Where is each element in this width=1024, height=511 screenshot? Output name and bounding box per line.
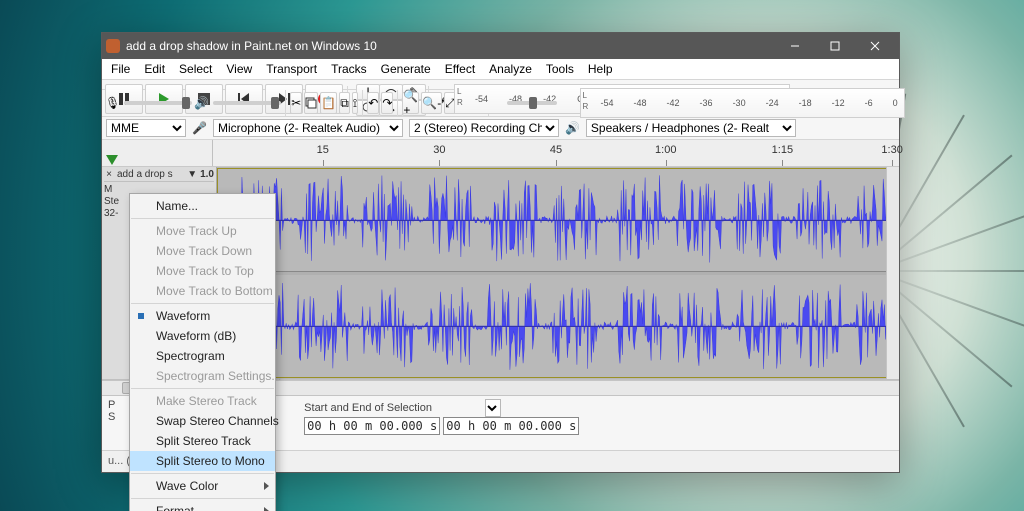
menubar: File Edit Select View Transport Tracks G…: [102, 59, 899, 80]
toolbar-separator: [362, 90, 363, 116]
zoom-in-button[interactable]: 🔍+: [402, 92, 419, 114]
menu-edit[interactable]: Edit: [137, 60, 172, 78]
copy-button[interactable]: [304, 92, 318, 114]
menu-file[interactable]: File: [104, 60, 137, 78]
menu-item-move-track-up: Move Track Up: [130, 221, 275, 241]
audio-host-select[interactable]: MME: [106, 119, 186, 137]
menu-item-name[interactable]: Name...: [130, 196, 275, 216]
playback-volume-slider[interactable]: 🔊: [194, 96, 281, 110]
menu-item-split-stereo-to-mono[interactable]: Split Stereo to Mono: [130, 451, 275, 471]
menu-help[interactable]: Help: [581, 60, 620, 78]
track-close-icon[interactable]: ×: [104, 170, 114, 180]
playback-speed-slider[interactable]: [507, 101, 557, 105]
ruler-mark: 30: [433, 144, 445, 156]
speaker-icon: 🔊: [565, 121, 580, 135]
menu-item-move-track-down: Move Track Down: [130, 241, 275, 261]
meter-tick: -12: [832, 98, 845, 108]
menu-item-format[interactable]: Format: [130, 501, 275, 511]
mic-icon: 🎙: [105, 96, 120, 110]
menu-transport[interactable]: Transport: [259, 60, 324, 78]
menu-item-move-track-to-top: Move Track to Top: [130, 261, 275, 281]
mic-icon: 🎤: [192, 121, 207, 135]
menu-generate[interactable]: Generate: [374, 60, 438, 78]
recording-channels-select[interactable]: 2 (Stereo) Recording Cha: [409, 119, 559, 137]
meter-tick: -30: [733, 98, 746, 108]
track-dropdown-menu: Name...Move Track UpMove Track DownMove …: [129, 193, 276, 511]
silence-button[interactable]: ⟟: [352, 92, 358, 114]
menu-item-move-track-to-bottom: Move Track to Bottom: [130, 281, 275, 301]
track-amp: 1.0: [200, 169, 214, 180]
waveform-channel-left[interactable]: [218, 169, 886, 272]
ruler-mark: 45: [550, 144, 562, 156]
menu-item-spectrogram[interactable]: Spectrogram: [130, 346, 275, 366]
menu-item-spectrogram-settings: Spectrogram Settings...: [130, 366, 275, 386]
meter-tick: -48: [634, 98, 647, 108]
meter-tick: -36: [700, 98, 713, 108]
snap-label: S: [108, 411, 115, 423]
selection-start-value[interactable]: 00 h 00 m 00.000 s: [304, 417, 440, 435]
app-icon: [106, 39, 120, 53]
selection-range-label: Start and End of Selection: [304, 402, 432, 414]
toolbar-separator: [285, 90, 286, 116]
menu-tracks[interactable]: Tracks: [324, 60, 374, 78]
minimize-button[interactable]: [775, 34, 815, 58]
ruler-mark: 1:00: [655, 144, 676, 156]
window-title: add a drop shadow in Paint.net on Window…: [126, 39, 775, 53]
redo-button[interactable]: ↷: [381, 92, 393, 114]
waveform-clip[interactable]: [217, 168, 887, 378]
timeline-ruler[interactable]: 15 30 45 1:00 1:15 1:30: [102, 140, 899, 167]
menu-item-wave-color[interactable]: Wave Color: [130, 476, 275, 496]
zoom-out-button[interactable]: 🔍-: [421, 92, 442, 114]
project-rate-label: P: [108, 399, 115, 411]
waveform-channel-right[interactable]: [218, 275, 886, 377]
menu-item-waveform-db[interactable]: Waveform (dB): [130, 326, 275, 346]
menu-item-waveform[interactable]: Waveform: [130, 306, 275, 326]
recording-device-select[interactable]: Microphone (2- Realtek Audio): [213, 119, 403, 137]
meter-tick: -24: [766, 98, 779, 108]
playback-device-select[interactable]: Speakers / Headphones (2- Realt: [586, 119, 796, 137]
track-menu-icon[interactable]: ▼: [187, 169, 197, 180]
undo-button[interactable]: ↶: [367, 92, 379, 114]
trim-button[interactable]: ⧉: [339, 92, 350, 114]
menu-item-swap-stereo-channels[interactable]: Swap Stereo Channels: [130, 411, 275, 431]
meter-tick: -18: [799, 98, 812, 108]
selection-end-value[interactable]: 00 h 00 m 00.000 s: [443, 417, 579, 435]
meter-tick: -54: [475, 94, 488, 104]
meter-tick: -6: [865, 98, 873, 108]
menu-analyze[interactable]: Analyze: [482, 60, 539, 78]
paste-button[interactable]: 📋: [320, 92, 337, 114]
menu-item-split-stereo-track[interactable]: Split Stereo Track: [130, 431, 275, 451]
meter-tick: 0: [893, 98, 898, 108]
menu-effect[interactable]: Effect: [438, 60, 482, 78]
recording-volume-slider[interactable]: 🎙: [105, 96, 192, 110]
meter-tick: -42: [667, 98, 680, 108]
titlebar[interactable]: add a drop shadow in Paint.net on Window…: [102, 33, 899, 59]
maximize-button[interactable]: [815, 34, 855, 58]
playback-meter[interactable]: LR -54 -48 -42 -36 -30 -24 -18 -12 -6 0: [580, 88, 905, 118]
device-toolbar: MME 🎤 Microphone (2- Realtek Audio) 2 (S…: [102, 117, 899, 140]
cut-button[interactable]: ✂: [290, 92, 302, 114]
ruler-mark: 1:30: [881, 144, 902, 156]
desktop-background: add a drop shadow in Paint.net on Window…: [0, 0, 1024, 511]
menu-tools[interactable]: Tools: [539, 60, 581, 78]
menu-item-make-stereo-track: Make Stereo Track: [130, 391, 275, 411]
audacity-window: add a drop shadow in Paint.net on Window…: [101, 32, 900, 473]
ruler-mark: 15: [317, 144, 329, 156]
track-name[interactable]: add a drop s: [117, 169, 184, 180]
ruler-stub: [102, 140, 213, 166]
menu-select[interactable]: Select: [172, 60, 219, 78]
speaker-icon: 🔊: [194, 96, 209, 110]
meter-tick: -54: [601, 98, 614, 108]
ruler-scale[interactable]: 15 30 45 1:00 1:15 1:30: [213, 140, 899, 166]
vertical-scrollbar[interactable]: [886, 167, 899, 379]
playhead-icon[interactable]: [106, 155, 118, 165]
ruler-mark: 1:15: [772, 144, 793, 156]
toolbar-separator: [397, 90, 398, 116]
close-button[interactable]: [855, 34, 895, 58]
menu-view[interactable]: View: [219, 60, 259, 78]
selection-format-select[interactable]: [485, 399, 501, 417]
